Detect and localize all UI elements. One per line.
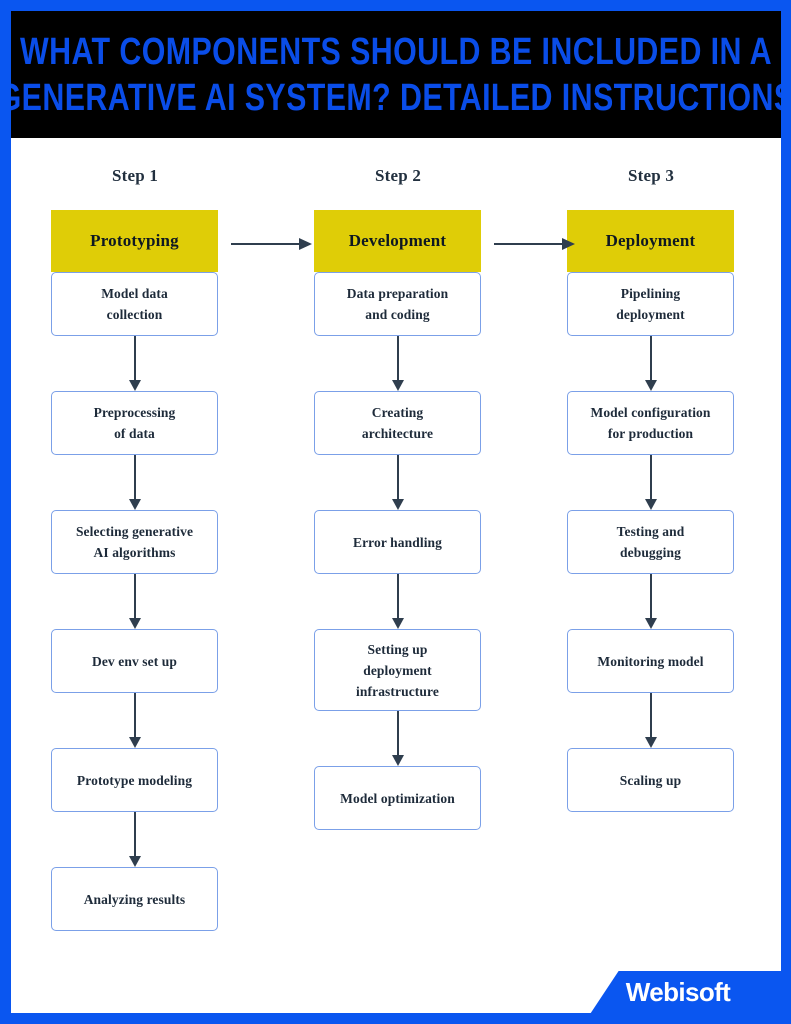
flow-arrow-down (567, 574, 734, 629)
arrow-shaft (396, 336, 399, 381)
flow-node-label: Preprocessing of data (93, 405, 176, 441)
arrow-head-icon (128, 737, 141, 748)
arrow-head-icon (644, 380, 657, 391)
arrow-shaft (396, 711, 399, 756)
poster-inner-frame: WHAT COMPONENTS SHOULD BE INCLUDED IN A … (11, 11, 781, 1013)
flow-node[interactable]: Creating architecture (314, 391, 481, 455)
flow-node-label: Setting up deployment infrastructure (356, 641, 439, 699)
flow-node-label: Data preparation and coding (346, 286, 449, 322)
flow-node-label: Testing and debugging (616, 524, 685, 560)
flow-node-label: Scaling up (619, 772, 682, 788)
flow-node-label: Selecting generative AI algorithms (75, 524, 194, 560)
node-chain-2: Data preparation and coding Creating archit… (314, 272, 481, 830)
arrow-head-icon (391, 499, 404, 510)
node-chain-1: Model data collection Preprocessing of data… (51, 272, 218, 931)
arrow-shaft (133, 693, 136, 738)
flow-arrow-down (51, 574, 218, 629)
flow-node[interactable]: Analyzing results (51, 867, 218, 931)
flowchart: Step 1 Prototyping Model data collection P… (11, 138, 781, 1013)
poster-title-line-2: GENERATIVE AI SYSTEM? DETAILED INSTRUCTI… (11, 76, 781, 119)
flow-arrow-down (314, 455, 481, 510)
flow-node-label: Monitoring model (597, 653, 704, 669)
flow-node-label: Model data collection (101, 286, 168, 322)
flow-arrow-down (51, 812, 218, 867)
flow-node[interactable]: Scaling up (567, 748, 734, 812)
arrow-shaft (649, 693, 652, 738)
flow-arrow-down (567, 693, 734, 748)
node-chain-3: Pipelining deployment Model configuration f… (567, 272, 734, 812)
arrow-shaft (133, 455, 136, 500)
flow-node[interactable]: Monitoring model (567, 629, 734, 693)
flow-node-label: Dev env set up (91, 653, 178, 669)
arrow-head-icon (299, 238, 312, 250)
flow-node[interactable]: Testing and debugging (567, 510, 734, 574)
flow-arrow-down (51, 455, 218, 510)
step-label-2: Step 2 (374, 166, 422, 185)
flow-arrow-down (51, 693, 218, 748)
flow-arrow-down (567, 336, 734, 391)
flow-node-label: Error handling (352, 534, 443, 550)
arrow-shaft (396, 455, 399, 500)
flow-node[interactable]: Setting up deployment infrastructure (314, 629, 481, 711)
arrow-shaft (133, 336, 136, 381)
arrow-shaft (231, 243, 301, 245)
flow-node[interactable]: Data preparation and coding (314, 272, 481, 336)
step-label-1: Step 1 (111, 166, 159, 185)
infographic-poster: WHAT COMPONENTS SHOULD BE INCLUDED IN A … (0, 0, 791, 1024)
flow-node[interactable]: Dev env set up (51, 629, 218, 693)
flow-node[interactable]: Prototype modeling (51, 748, 218, 812)
arrow-prototyping-to-development (231, 238, 317, 250)
arrow-head-icon (391, 380, 404, 391)
flow-node[interactable]: Model configuration for production (567, 391, 734, 455)
webisoft-logo-text: Webisoft (625, 976, 731, 1007)
arrow-head-icon (128, 380, 141, 391)
flow-arrow-down (314, 336, 481, 391)
flow-node-label: Creating architecture (361, 405, 434, 441)
flow-node[interactable]: Model data collection (51, 272, 218, 336)
flow-node[interactable]: Preprocessing of data (51, 391, 218, 455)
step-label-3: Step 3 (627, 166, 675, 185)
arrow-head-icon (391, 755, 404, 766)
flow-node-label: Model configuration for production (590, 405, 711, 441)
flow-node-label: Pipelining deployment (616, 286, 685, 322)
flow-node[interactable]: Selecting generative AI algorithms (51, 510, 218, 574)
phase-box-development[interactable]: Development (314, 210, 481, 382)
arrow-head-icon (644, 499, 657, 510)
flow-arrow-down (314, 574, 481, 629)
arrow-head-icon (128, 618, 141, 629)
arrow-head-icon (391, 618, 404, 629)
phase-box-deployment[interactable]: Deployment (567, 210, 734, 382)
arrow-development-to-deployment (494, 238, 580, 250)
poster-header: WHAT COMPONENTS SHOULD BE INCLUDED IN A … (11, 11, 781, 138)
arrow-shaft (649, 455, 652, 500)
flow-arrow-down (51, 336, 218, 391)
phase-box-prototyping[interactable]: Prototyping (51, 210, 218, 382)
flow-node-label: Prototype modeling (76, 772, 193, 788)
phase-label-1: Prototyping (90, 231, 179, 250)
poster-title-line-1: WHAT COMPONENTS SHOULD BE INCLUDED IN A (20, 30, 772, 73)
arrow-shaft (133, 574, 136, 619)
arrow-shaft (494, 243, 564, 245)
arrow-shaft (649, 574, 652, 619)
arrow-shaft (133, 812, 136, 857)
phase-label-2: Development (348, 231, 447, 250)
flow-node-label: Analyzing results (83, 891, 186, 907)
phase-label-3: Deployment (605, 231, 696, 250)
flow-node[interactable]: Pipelining deployment (567, 272, 734, 336)
arrow-shaft (649, 336, 652, 381)
arrow-head-icon (644, 618, 657, 629)
arrow-head-icon (128, 856, 141, 867)
arrow-head-icon (128, 499, 141, 510)
flow-arrow-down (567, 455, 734, 510)
arrow-head-icon (562, 238, 575, 250)
arrow-head-icon (644, 737, 657, 748)
flow-node-label: Model optimization (340, 790, 455, 806)
flow-node[interactable]: Model optimization (314, 766, 481, 830)
flow-node[interactable]: Error handling (314, 510, 481, 574)
flow-arrow-down (314, 711, 481, 766)
arrow-shaft (396, 574, 399, 619)
